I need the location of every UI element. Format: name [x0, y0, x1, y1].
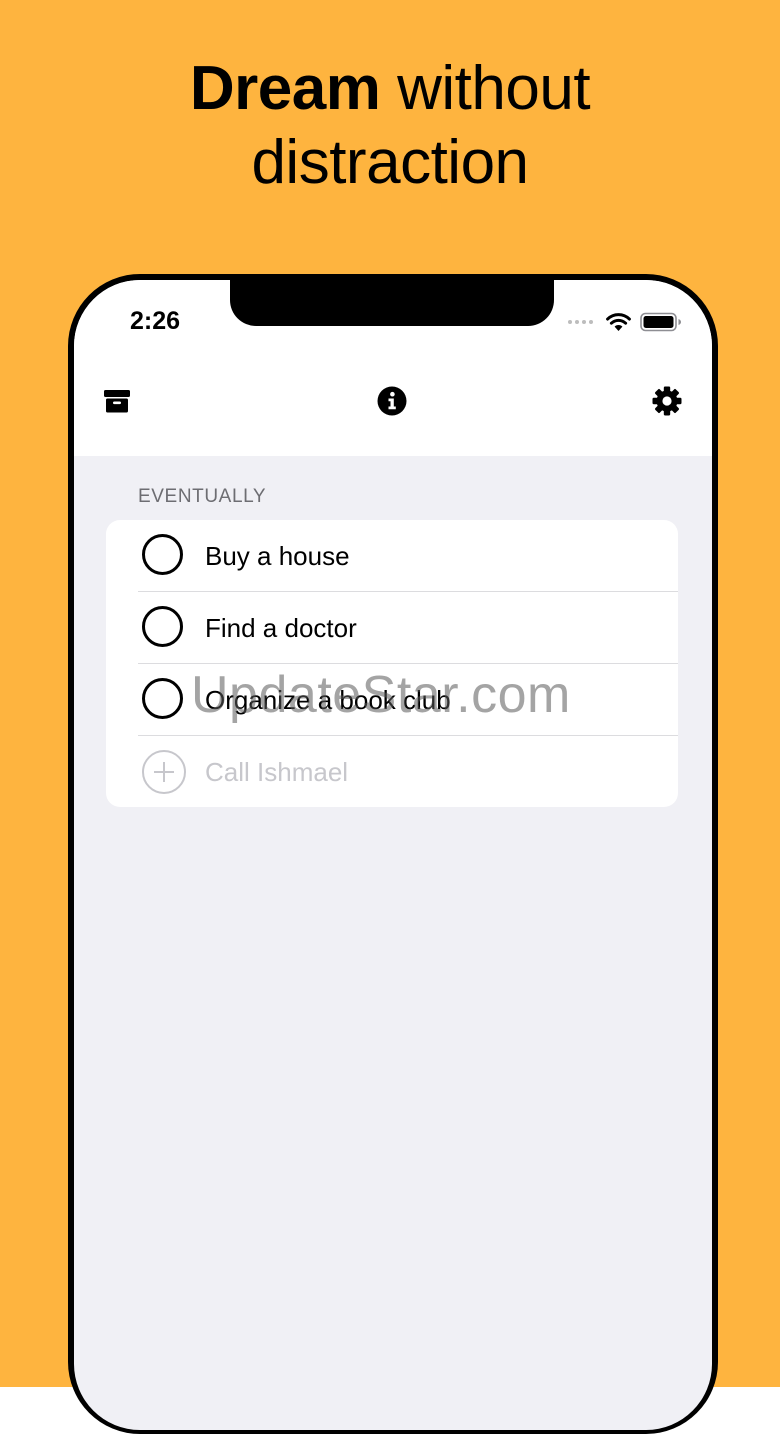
gear-icon[interactable] — [652, 386, 682, 416]
battery-icon — [640, 312, 681, 332]
todo-list: Buy a house Find a doctor Organize a boo… — [106, 520, 678, 807]
add-circle-icon[interactable] — [142, 750, 186, 794]
section-header-eventually: EVENTUALLY — [138, 486, 267, 507]
signal-dots-icon — [568, 320, 593, 324]
status-time: 2:26 — [130, 307, 181, 335]
list-item-label: Find a doctor — [205, 613, 357, 643]
checkbox-circle-icon[interactable] — [142, 678, 183, 719]
list-item[interactable]: Find a doctor — [106, 592, 678, 664]
new-item-row[interactable]: Call Ishmael — [106, 736, 678, 808]
archive-box-icon[interactable] — [102, 386, 132, 416]
wifi-icon — [606, 313, 631, 331]
info-circle-icon[interactable] — [377, 386, 407, 416]
headline-line-2: distraction — [251, 128, 529, 197]
headline-bold-word: Dream — [189, 54, 381, 123]
list-item-label: Buy a house — [205, 541, 350, 571]
phone-screen: 2:26 EVENTUALLY Buy a house Find a docto… — [74, 280, 712, 1430]
list-item[interactable]: Organize a book club — [106, 664, 678, 736]
headline-line-1-rest: without — [380, 54, 591, 123]
list-item-label: Organize a book club — [205, 685, 451, 715]
headline: Dream without distraction — [0, 52, 780, 200]
list-item[interactable]: Buy a house — [106, 520, 678, 592]
headline-line-1: Dream without — [0, 52, 780, 126]
checkbox-circle-icon[interactable] — [142, 606, 183, 647]
phone-notch — [230, 280, 554, 326]
checkbox-circle-icon[interactable] — [142, 534, 183, 575]
status-icons — [568, 310, 682, 334]
new-item-input[interactable]: Call Ishmael — [205, 736, 348, 808]
navigation-bar: 2:26 — [74, 280, 712, 456]
